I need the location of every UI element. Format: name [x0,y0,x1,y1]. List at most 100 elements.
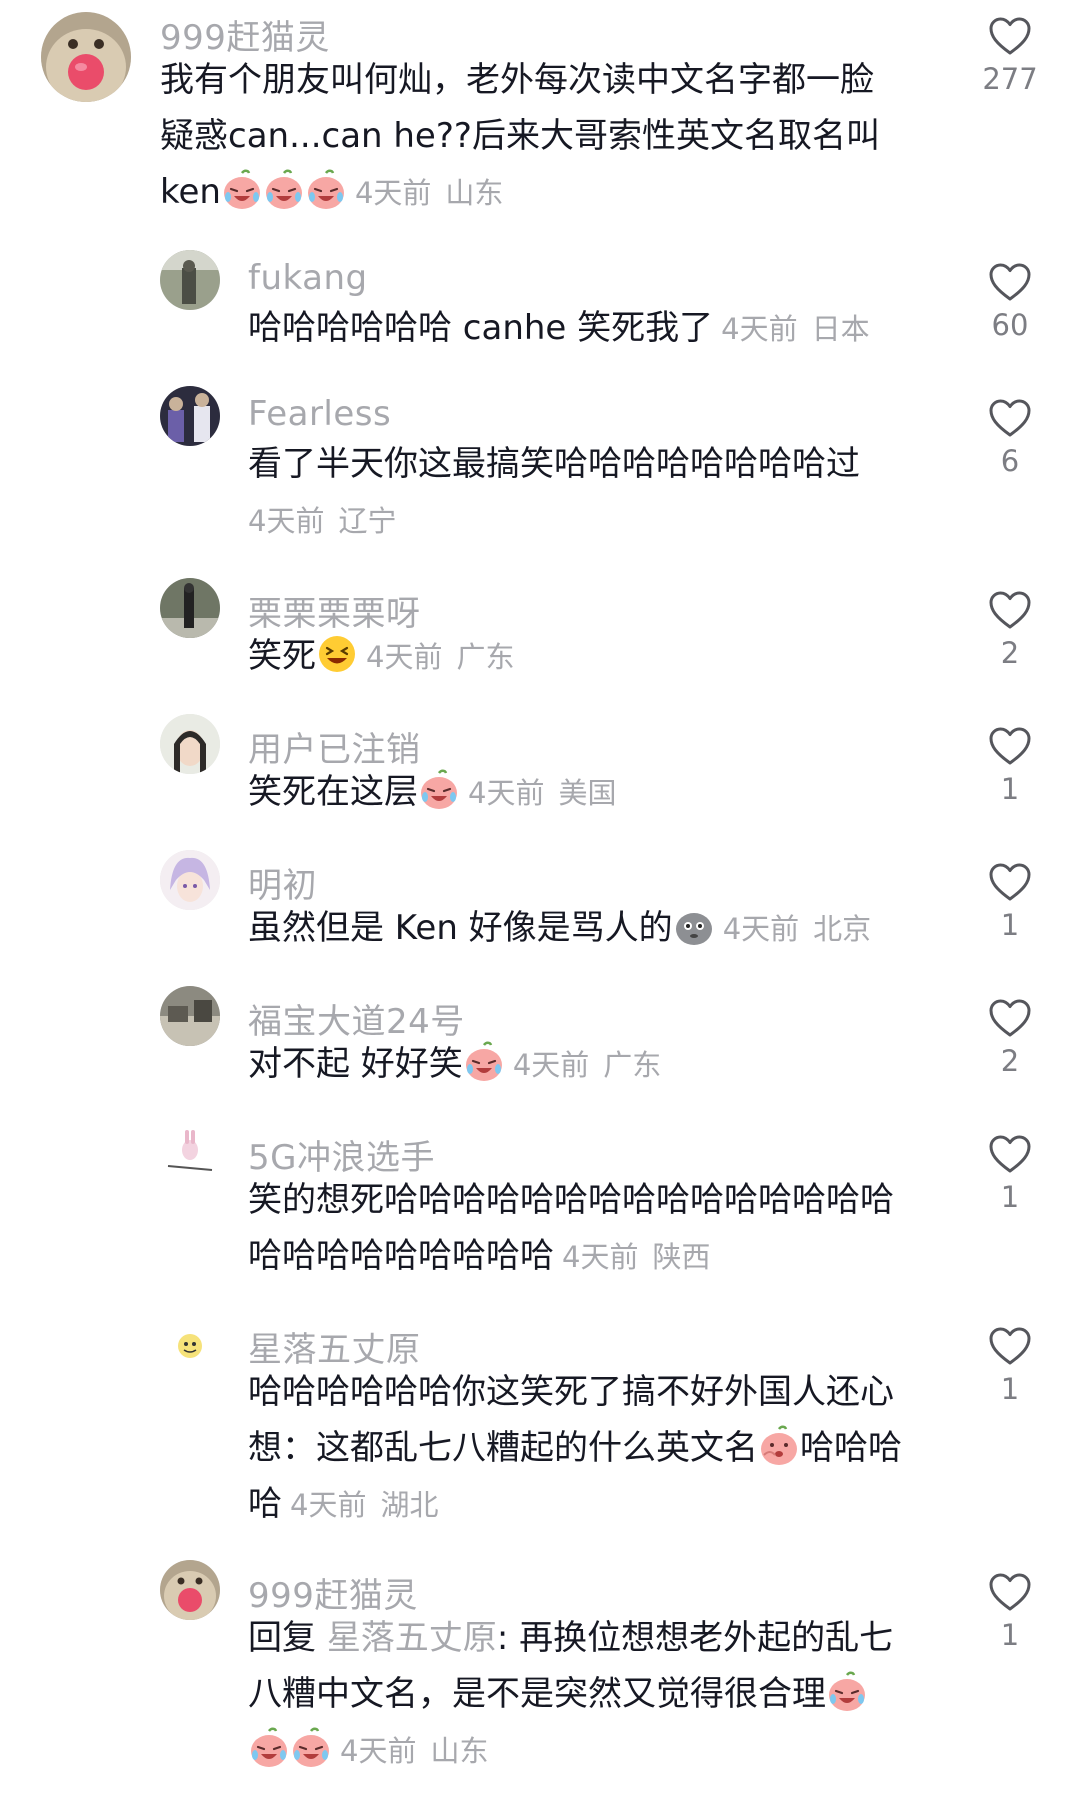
avatar[interactable] [160,714,220,774]
like-button[interactable]: 1 [950,1572,1070,1652]
like-count: 60 [991,308,1029,342]
like-button[interactable]: 277 [950,16,1070,96]
heart-outline-icon [950,262,1070,302]
like-button[interactable]: 2 [950,590,1070,670]
comment-time: 4天前 [721,312,798,346]
like-button[interactable]: 2 [950,998,1070,1078]
comment-line: 4天前 山东 [248,1722,893,1779]
comment-line: 笑死 4天前 广东 [248,628,514,685]
username[interactable]: Fearless [248,394,391,434]
comment-line: 虽然但是 Ken 好像是骂人的 4天前 北京 [248,900,871,957]
comment-line: 哈哈哈哈哈哈你这笑死了搞不好外国人还心 [248,1372,894,1412]
comment-line-text: 哈哈哈 [800,1428,902,1468]
comment-line: 4天前 辽宁 [248,492,860,549]
like-count: 2 [1000,636,1020,670]
comment-line: 笑死在这层 4天前 美国 [248,764,616,821]
comment-line: 笑的想死哈哈哈哈哈哈哈哈哈哈哈哈哈哈哈 [248,1180,894,1220]
heart-outline-icon [950,1134,1070,1174]
cry-laugh-emoji [263,169,305,211]
avatar[interactable] [41,12,131,102]
comment-line-text: 哈 [248,1484,282,1524]
comment-line: ken 4天前 山东 [160,164,880,221]
comment-meta: 4天前 日本 [721,312,869,346]
avatar[interactable] [160,986,220,1046]
comment-line: 哈哈哈哈哈哈哈哈哈 4天前 陕西 [248,1228,894,1285]
comment-line: 哈哈哈哈哈哈 canhe 笑死我了 4天前 日本 [248,300,870,357]
like-count: 1 [1000,1372,1020,1406]
like-count: 1 [1000,1618,1020,1652]
comment-location: 广东 [603,1048,662,1082]
comment-location: 山东 [445,176,504,210]
comment-line: 回复 星落五丈原: 再换位想想老外起的乱七 [248,1610,893,1666]
comment-text: 哈哈哈哈哈哈 canhe 笑死我了 4天前 日本 [248,300,870,357]
cry-laugh-emoji [221,169,263,211]
comment-text: 对不起 好好笑 4天前 广东 [248,1036,661,1093]
comment-location: 日本 [811,312,870,346]
comment-line: 疑惑can...can he??后来大哥索性英文名取名叫 [160,116,880,156]
like-count: 277 [982,62,1038,96]
heart-outline-icon [950,398,1070,438]
avatar[interactable] [160,386,220,446]
comment-location: 广东 [456,640,515,674]
speechless-emoji [673,905,715,947]
like-button[interactable]: 60 [950,262,1070,342]
cry-laugh-emoji [826,1671,868,1713]
comment-meta: 4天前 山东 [340,1734,488,1768]
comment-meta: 4天前 辽宁 [248,504,396,538]
comment-line: 哈 4天前 湖北 [248,1476,902,1533]
comment-location: 北京 [813,912,872,946]
comment-text: 看了半天你这最搞笑哈哈哈哈哈哈哈哈过 4天前 辽宁 [248,436,860,549]
reply-to-username[interactable]: 星落五丈原 [327,1618,497,1658]
comment-meta: 4天前 广东 [366,640,514,674]
heart-outline-icon [950,998,1070,1038]
comment-text: 哈哈哈哈哈哈你这笑死了搞不好外国人还心 想：这都乱七八糟起的什么英文名 哈哈哈 哈… [248,1364,902,1533]
username[interactable]: fukang [248,258,368,298]
like-button[interactable]: 1 [950,1134,1070,1214]
heart-outline-icon [950,1572,1070,1612]
comment-meta: 4天前 北京 [723,912,871,946]
like-count: 6 [1000,444,1020,478]
comment-line: 想：这都乱七八糟起的什么英文名 哈哈哈 [248,1420,902,1476]
like-count: 1 [1000,908,1020,942]
comment-meta: 4天前 湖北 [290,1488,438,1522]
comment-time: 4天前 [722,912,800,946]
grinning-squint-emoji [316,633,358,675]
like-button[interactable]: 1 [950,726,1070,806]
comment-text: 回复 星落五丈原: 再换位想想老外起的乱七 八糟中文名，是不是突然又觉得很合理 … [248,1610,893,1779]
comment-time: 4天前 [354,176,432,210]
avatar[interactable] [160,250,220,310]
comment-line-text: 八糟中文名，是不是突然又觉得很合理 [248,1674,826,1714]
comment-location: 美国 [558,776,617,810]
comment-location: 辽宁 [338,504,397,538]
like-button[interactable]: 6 [950,398,1070,478]
comment-line: 对不起 好好笑 4天前 广东 [248,1036,661,1093]
comment-line-text: 笑死在这层 [248,772,418,812]
comment-line-text: ken [160,172,221,212]
comment-time: 4天前 [290,1488,367,1522]
avatar[interactable] [160,1314,220,1374]
like-button[interactable]: 1 [950,862,1070,942]
comment-line: 八糟中文名，是不是突然又觉得很合理 [248,1666,893,1722]
heart-outline-icon [950,590,1070,630]
comment-line-text: 哈哈哈哈哈哈 canhe 笑死我了 [248,308,714,348]
cry-laugh-emoji [248,1727,290,1769]
like-count: 1 [1000,1180,1020,1214]
comment-line-text: 对不起 好好笑 [248,1044,463,1084]
comment-text: 笑的想死哈哈哈哈哈哈哈哈哈哈哈哈哈哈哈 哈哈哈哈哈哈哈哈哈 4天前 陕西 [248,1172,894,1285]
comment-line-text: 想：这都乱七八糟起的什么英文名 [248,1428,758,1468]
avatar[interactable] [160,578,220,638]
avatar[interactable] [160,850,220,910]
like-button[interactable]: 1 [950,1326,1070,1406]
cry-laugh-emoji [463,1041,505,1083]
like-count: 1 [1000,772,1020,806]
avatar[interactable] [160,1560,220,1620]
comment-text: 我有个朋友叫何灿，老外每次读中文名字都一脸 疑惑can...can he??后来… [160,52,880,221]
comment-text: 笑死在这层 4天前 美国 [248,764,616,821]
like-count: 2 [1000,1044,1020,1078]
comment-line-text: : 再换位想想老外起的乱七 [496,1618,894,1658]
avatar[interactable] [160,1122,220,1182]
comment-time: 4天前 [366,640,443,674]
comment-time: 4天前 [562,1240,639,1274]
comment-line-text: 笑死 [248,636,316,676]
heart-outline-icon [950,16,1070,56]
